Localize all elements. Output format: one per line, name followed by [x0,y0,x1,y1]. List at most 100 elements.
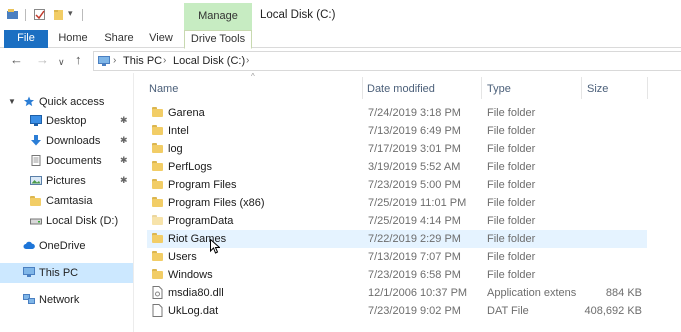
folder-icon [152,179,163,190]
sidebar-item-desktop[interactable]: Desktop ✱ [0,111,133,131]
sidebar-item-pictures[interactable]: Pictures ✱ [0,171,133,191]
file-row-programdata[interactable]: ProgramData 7/25/2019 4:14 PM File folde… [147,212,647,230]
chevron-down-icon[interactable]: ▼ [8,97,16,106]
file-date-modified: 12/1/2006 10:37 PM [368,287,468,299]
new-folder-icon[interactable] [52,8,65,21]
file-size: 884 KB [605,287,642,299]
properties-icon[interactable] [33,8,46,21]
file-date-modified: 7/17/2019 3:01 PM [368,143,461,155]
file-type: File folder [487,107,536,119]
folder-icon [152,215,163,226]
tab-view[interactable]: View [143,30,179,48]
separator [82,9,83,21]
file-type: File folder [487,251,536,263]
column-header-date-modified[interactable]: Date modified [367,83,435,95]
file-row-program-files[interactable]: Program Files 7/23/2019 5:00 PM File fol… [147,176,647,194]
recent-locations-icon[interactable]: ∨ [58,55,65,69]
sidebar-item-label: Local Disk (D:) [46,215,119,227]
breadcrumb-separator[interactable]: › [113,55,116,66]
sidebar-item-downloads[interactable]: Downloads ✱ [0,131,133,151]
tab-file[interactable]: File [4,30,48,48]
sidebar-item-label: Downloads [46,135,101,147]
sidebar-item-label: Desktop [46,115,87,127]
folder-icon [152,233,163,244]
file-row-perflogs[interactable]: PerfLogs 3/19/2019 5:52 AM File folder [147,158,647,176]
folder-icon [152,143,163,154]
column-resize-handle[interactable] [581,77,582,99]
file-name: PerfLogs [168,161,213,173]
forward-arrow-icon[interactable]: → [36,53,49,67]
tab-share[interactable]: Share [99,30,139,48]
desktop-icon [30,115,42,126]
file-type: Application extens... [487,287,577,299]
file-type: File folder [487,179,536,191]
file-date-modified: 7/23/2019 6:58 PM [368,269,461,281]
column-header-type[interactable]: Type [487,83,511,95]
file-type: File folder [487,233,536,245]
sidebar-item-network[interactable]: Network [0,290,133,310]
column-resize-handle[interactable] [362,77,363,99]
file-type: File folder [487,269,536,281]
file-name: UkLog.dat [168,305,219,317]
breadcrumb-this-pc[interactable]: This PC [123,55,162,67]
file-row-msdia80-dll[interactable]: msdia80.dll 12/1/2006 10:37 PM Applicati… [147,284,647,302]
breadcrumb-local-disk-c[interactable]: Local Disk (C:) [173,55,245,67]
folder-icon [152,197,163,208]
sidebar-item-this-pc[interactable]: This PC [0,263,133,283]
file-row-windows[interactable]: Windows 7/23/2019 6:58 PM File folder [147,266,647,284]
column-header-name[interactable]: Name [149,83,178,95]
folder-icon [30,196,42,207]
file-row-garena[interactable]: Garena 7/24/2019 3:18 PM File folder [147,104,647,122]
tab-drive-tools[interactable]: Drive Tools [184,30,252,49]
sidebar-item-quick-access[interactable]: ▼ Quick access [0,92,133,112]
file-row-users[interactable]: Users 7/13/2019 7:07 PM File folder [147,248,647,266]
navigation-bar: ← → ∨ ↑ › This PC › Local Disk (C:) › [0,49,681,73]
documents-icon [31,155,41,166]
dat-file-icon [152,304,163,317]
column-resize-handle[interactable] [481,77,482,99]
pin-icon[interactable]: ✱ [120,135,128,146]
file-size: 408,692 KB [584,305,643,317]
up-arrow-icon[interactable]: ↑ [75,53,82,67]
file-type: File folder [487,197,536,209]
sidebar-item-local-disk-d[interactable]: Local Disk (D:) [0,211,133,231]
file-date-modified: 7/13/2019 6:49 PM [368,125,461,137]
breadcrumb-separator[interactable]: › [246,55,249,66]
computer-icon [23,267,35,277]
sidebar-item-documents[interactable]: Documents ✱ [0,151,133,171]
file-row-intel[interactable]: Intel 7/13/2019 6:49 PM File folder [147,122,647,140]
file-name: Garena [168,107,205,119]
file-date-modified: 7/13/2019 7:07 PM [368,251,461,263]
column-resize-handle[interactable] [647,77,648,99]
breadcrumb-separator[interactable]: › [163,55,166,66]
file-type: DAT File [487,305,529,317]
file-row-log[interactable]: log 7/17/2019 3:01 PM File folder [147,140,647,158]
quick-access-dropdown-icon[interactable]: ▾ [68,8,73,19]
download-arrow-icon [31,135,41,146]
dll-file-icon [152,286,163,299]
address-bar[interactable]: › This PC › Local Disk (C:) › [93,51,681,71]
sidebar-item-onedrive[interactable]: OneDrive [0,236,133,256]
column-header-size[interactable]: Size [587,83,608,95]
file-date-modified: 7/25/2019 11:01 PM [368,197,467,209]
file-name: Program Files [168,179,237,191]
navigation-pane: ▼ Quick access Desktop ✱ Downloads ✱ Doc… [0,73,133,332]
sidebar-item-label: Quick access [39,96,105,108]
file-date-modified: 3/19/2019 5:52 AM [368,161,461,173]
cloud-icon [23,241,35,249]
tab-home[interactable]: Home [54,30,92,48]
file-row-program-files-x86[interactable]: Program Files (x86) 7/25/2019 11:01 PM F… [147,194,647,212]
back-arrow-icon[interactable]: ← [10,53,23,67]
pin-icon[interactable]: ✱ [120,155,128,166]
file-name: Windows [168,269,213,281]
star-icon [23,96,35,107]
column-header-row: ^ Name Date modified Type Size [134,72,681,103]
file-row-uklog-dat[interactable]: UkLog.dat 7/23/2019 9:02 PM DAT File 408… [147,302,647,320]
sidebar-item-camtasia[interactable]: Camtasia [0,191,133,211]
file-row-riot-games[interactable]: Riot Games 7/22/2019 2:29 PM File folder [147,230,647,248]
file-date-modified: 7/22/2019 2:29 PM [368,233,461,245]
pin-icon[interactable]: ✱ [120,115,128,126]
pin-icon[interactable]: ✱ [120,175,128,186]
manage-contextual-tab[interactable]: Manage [184,3,252,30]
folder-icon [152,269,163,280]
